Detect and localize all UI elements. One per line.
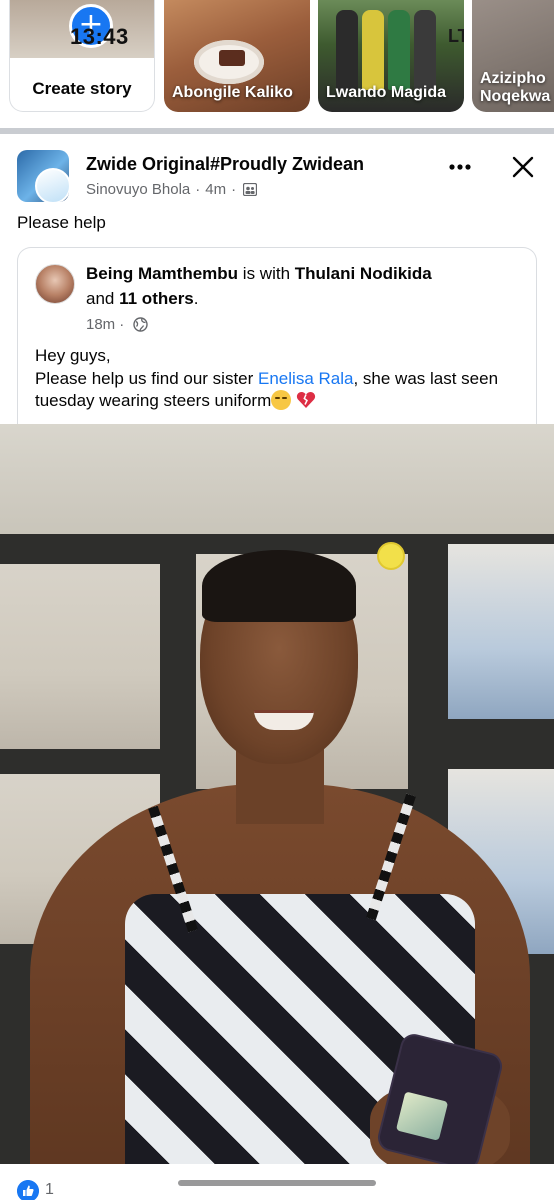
reactions-bar: 1: [0, 1164, 554, 1200]
story-thumbnail: [388, 10, 410, 90]
story-thumbnail: [336, 10, 358, 90]
group-icon: [243, 183, 258, 196]
and-text: and: [86, 289, 115, 308]
like-count[interactable]: 1: [45, 1181, 54, 1199]
crying-face-emoji: [271, 390, 292, 410]
shared-post-tags: and 11 others.: [86, 289, 199, 309]
status-bar-time: 13:43: [70, 24, 129, 49]
photo-person-hair: [202, 550, 356, 622]
shared-post-time[interactable]: 18m: [86, 316, 115, 333]
is-with-text: is with: [242, 264, 291, 283]
tagged-others[interactable]: 11 others: [119, 289, 194, 308]
meta-separator: ·: [119, 316, 125, 333]
home-indicator[interactable]: [178, 1180, 376, 1186]
group-name[interactable]: Zwide Original#Proudly Zwidean: [86, 154, 364, 175]
story-name: Abongile Kaliko: [172, 84, 293, 101]
shared-body-line: Hey guys,: [35, 346, 111, 365]
shared-body-text: Please help us find our sister: [35, 368, 259, 388]
story-card[interactable]: Azizipho Noqekwa: [472, 0, 554, 112]
create-story-label: Create story: [32, 79, 132, 98]
shared-post-body: Hey guys, Please help us find our sister…: [35, 345, 525, 413]
section-divider: [0, 128, 554, 134]
tag-period: .: [193, 289, 199, 308]
author-avatar[interactable]: [35, 168, 69, 202]
photo-sticker: [377, 542, 405, 570]
shared-post-header: Being Mamthembu is with Thulani Nodikida: [86, 264, 432, 284]
shared-author-avatar[interactable]: [35, 264, 75, 304]
story-card[interactable]: Abongile Kaliko: [164, 0, 310, 112]
close-icon[interactable]: [508, 152, 538, 182]
story-thumbnail: [414, 10, 436, 90]
shared-post-card[interactable]: Being Mamthembu is with Thulani Nodikida…: [17, 247, 537, 447]
post-time[interactable]: 4m: [205, 181, 226, 198]
story-card[interactable]: LTE 64 Lwando Magida: [318, 0, 464, 112]
photo-window-pane: [0, 564, 160, 749]
story-name: Lwando Magida: [326, 84, 446, 101]
tagged-person[interactable]: Thulani Nodikida: [295, 264, 432, 283]
photo-window-pane: [448, 544, 554, 719]
story-thumbnail-detail: [219, 50, 245, 66]
create-story-card[interactable]: + 13:43 Create story: [9, 0, 155, 112]
meta-separator: ·: [231, 181, 237, 198]
post-text: Please help: [17, 213, 106, 232]
shared-body-paragraph: Please help us find our sister Enelisa R…: [35, 368, 525, 413]
like-icon[interactable]: [17, 1180, 39, 1200]
post-meta: Sinovuyo Bhola · 4m ·: [86, 181, 258, 198]
stories-strip: + 13:43 Create story Abongile Kaliko LTE…: [0, 0, 554, 128]
story-thumbnail: [362, 10, 384, 90]
status-bar-network: LTE: [448, 26, 464, 46]
story-name: Azizipho Noqekwa: [480, 70, 551, 105]
post-header: Zwide Original#Proudly Zwidean Sinovuyo …: [0, 140, 554, 212]
group-avatar[interactable]: [17, 150, 69, 202]
mention-link[interactable]: Enelisa Rala: [258, 369, 353, 388]
photo-phone-card: [395, 1091, 449, 1141]
shared-author[interactable]: Being Mamthembu: [86, 264, 238, 283]
post-author[interactable]: Sinovuyo Bhola: [86, 181, 190, 198]
broken-heart-emoji: [296, 392, 316, 408]
more-icon[interactable]: [445, 152, 475, 182]
shared-post-meta: 18m ·: [86, 316, 148, 333]
globe-icon: [133, 317, 148, 332]
meta-separator: ·: [195, 181, 201, 198]
post-photo[interactable]: [0, 424, 554, 1164]
photo-wall: [0, 424, 554, 534]
